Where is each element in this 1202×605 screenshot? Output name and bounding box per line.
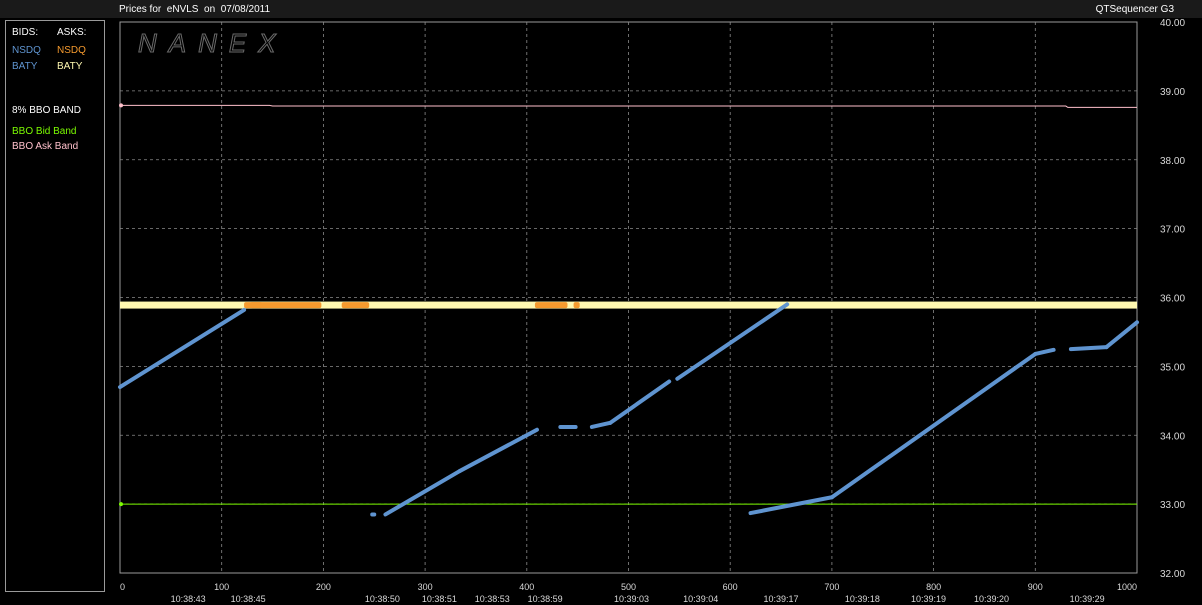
time-label: 10:38:51: [422, 594, 457, 604]
ask-band-marker: [119, 103, 123, 108]
x-tick-label: 700: [824, 582, 839, 592]
y-tick-label: 40.00: [1160, 18, 1185, 29]
bid-segment: [1068, 345, 1109, 352]
y-tick-label: 39.00: [1160, 87, 1185, 98]
price-chart: NANEX 32.00 33.00 34.00 35.00 36.00 37.00 38.0…: [118, 18, 1185, 604]
y-tick-label: 33.00: [1160, 500, 1185, 511]
time-label: 10:38:59: [528, 594, 563, 604]
x-tick-label: 900: [1028, 582, 1043, 592]
x-tick-label: 1000: [1117, 582, 1137, 592]
time-label: 10:39:04: [683, 594, 718, 604]
bid-band-marker: [119, 502, 123, 507]
time-label: 10:39:17: [764, 594, 799, 604]
time-label: 10:38:53: [475, 594, 510, 604]
x-tick-label: 600: [723, 582, 738, 592]
x-tick-label: 0: [120, 582, 125, 592]
y-tick-label: 38.00: [1160, 156, 1185, 167]
x-tick-label: 100: [214, 582, 229, 592]
y-axis: 32.00 33.00 34.00 35.00 36.00 37.00 38.00 39.00…: [1160, 18, 1185, 580]
time-label: 10:38:43: [171, 594, 206, 604]
x-tick-label: 300: [418, 582, 433, 592]
y-tick-label: 34.00: [1160, 431, 1185, 442]
ask-nsdq-segment: [250, 302, 263, 309]
ask-nsdq-segment: [341, 302, 370, 309]
x-axis: 0 100 200 300 400 500 600 700 800 900 1000: [120, 582, 1137, 592]
nanex-watermark: NANEX: [138, 28, 288, 58]
x-tick-label: 200: [316, 582, 331, 592]
y-tick-label: 32.00: [1160, 569, 1185, 580]
time-axis: 10:38:43 10:38:45 10:38:50 10:38:51 10:38:53…: [171, 594, 1105, 604]
time-label: 10:39:29: [1070, 594, 1105, 604]
ask-series: [120, 301, 1137, 309]
time-label: 10:39:19: [911, 594, 946, 604]
y-tick-label: 35.00: [1160, 362, 1185, 373]
time-label: 10:39:20: [974, 594, 1009, 604]
x-tick-label: 500: [621, 582, 636, 592]
time-label: 10:38:50: [365, 594, 400, 604]
time-label: 10:39:03: [614, 594, 649, 604]
y-tick-label: 36.00: [1160, 294, 1185, 305]
time-label: 10:39:18: [845, 594, 880, 604]
ask-nsdq-segment: [573, 302, 580, 309]
x-tick-label: 400: [519, 582, 534, 592]
time-label: 10:38:45: [231, 594, 266, 604]
y-tick-label: 37.00: [1160, 225, 1185, 236]
ask-nsdq-segment: [534, 302, 568, 309]
x-tick-label: 800: [926, 582, 941, 592]
